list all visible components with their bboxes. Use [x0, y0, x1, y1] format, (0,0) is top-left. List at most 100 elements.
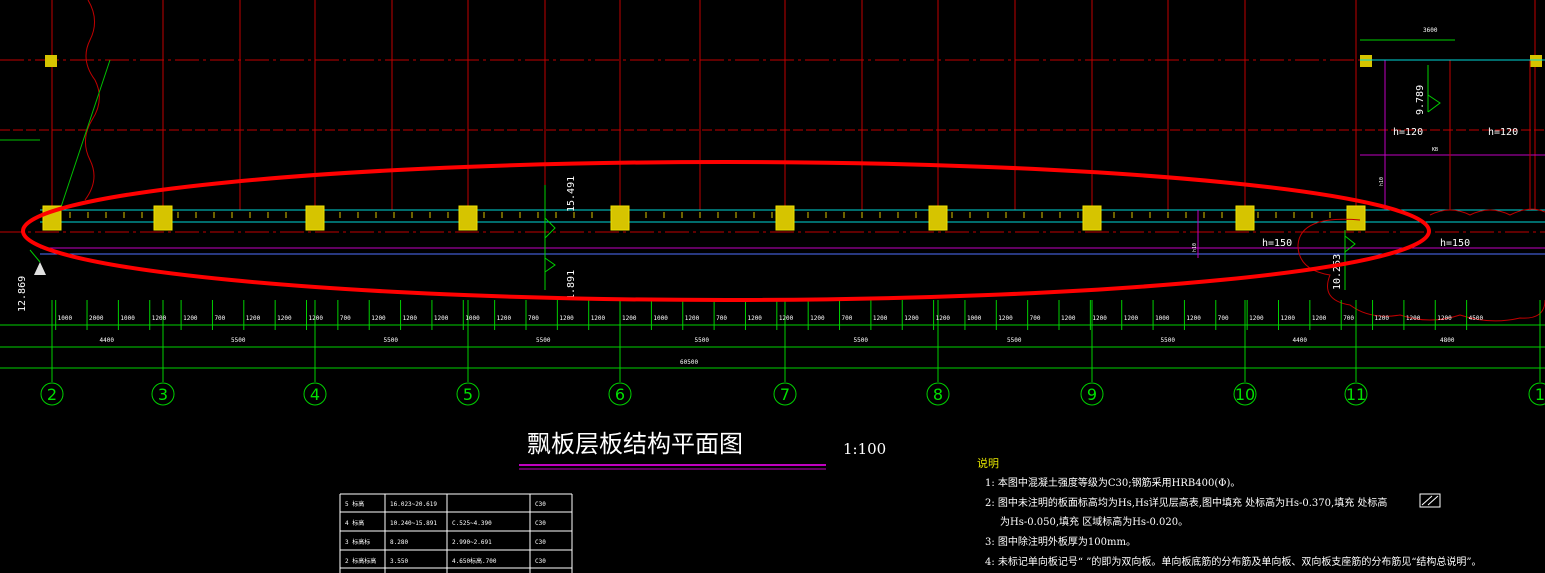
note-line-5: 4: 未标记单向板记号“ ”的即为双向板。单向板底筋的分布筋及单向板、双向板支座… — [985, 555, 1482, 568]
dim-seg-37: 700 — [1218, 315, 1229, 322]
dim-seg-1: 2000 — [89, 315, 104, 322]
slab-label-h150-b: h=150 — [1440, 238, 1470, 249]
dim-seg-39: 1200 — [1280, 315, 1295, 322]
axis-label-1: 1 — [1535, 385, 1545, 404]
dim-seg-21: 700 — [716, 315, 727, 322]
dim-seg-10: 1200 — [371, 315, 386, 322]
slab-label-kb: KB — [1432, 147, 1438, 153]
dim-seg-23: 1200 — [779, 315, 794, 322]
bay-dim-5: 5500 — [854, 337, 869, 344]
highlight-ellipse — [21, 160, 1431, 302]
dim-seg-36: 1200 — [1186, 315, 1201, 322]
elevation-text-3: 1.891 — [566, 270, 577, 300]
dim-seg-15: 700 — [528, 315, 539, 322]
table-cell-0-1: 16.023~20.619 — [390, 501, 437, 508]
dim-seg-9: 700 — [340, 315, 351, 322]
drawing-scale: 1:100 — [843, 440, 886, 458]
dim-seg-13: 1000 — [465, 315, 480, 322]
slab-label-h10-a: h10 — [1379, 177, 1385, 186]
dim-seg-31: 700 — [1030, 315, 1041, 322]
bay-dim-3: 5500 — [536, 337, 551, 344]
dim-seg-20: 1200 — [685, 315, 700, 322]
column-top-12 — [1530, 55, 1542, 67]
drawing-title: 飘板层板结构平面图 — [527, 430, 743, 458]
level-table: 5 标高 16.023~20.619 C30 4 标高 10.240~15.891 C.5… — [339, 493, 573, 573]
table-cell-2-2: 2.990~2.691 — [452, 539, 492, 546]
dim-seg-33: 1200 — [1092, 315, 1107, 322]
dim-seg-45: 4500 — [1469, 315, 1484, 322]
axis-label-9: 9 — [1087, 385, 1097, 404]
notes-heading: 说明 — [977, 456, 999, 470]
dim-seg-5: 700 — [214, 315, 225, 322]
column-top-2 — [45, 55, 57, 67]
notes: 说明 1: 本图中混凝土强度等级为C30;钢筋采用HRB400(Φ)。 2: 图… — [977, 456, 1482, 568]
table-cell-3-0: 2 标高标高 — [345, 557, 376, 565]
dim-seg-42: 1200 — [1375, 315, 1390, 322]
table-cell-1-2: C.525~4.390 — [452, 520, 492, 527]
slab-label-h150-a: h=150 — [1262, 238, 1292, 249]
slab-label-h120-a: h=120 — [1393, 127, 1423, 138]
table-cell-3-2: 4.650标高.700 — [452, 557, 497, 565]
columns — [42, 55, 1542, 231]
bay-dim-0: 4400 — [100, 337, 115, 344]
slab-label-h120-b: h=120 — [1488, 127, 1518, 138]
column-6 — [610, 205, 630, 231]
note-line-4: 3: 图中除注明外板厚为100mm。 — [985, 535, 1136, 548]
dim-seg-26: 1200 — [873, 315, 888, 322]
column-4 — [305, 205, 325, 231]
dim-seg-24: 1200 — [810, 315, 825, 322]
column-11 — [1346, 205, 1366, 231]
axis-label-11: 11 — [1346, 385, 1366, 404]
green-diagonal — [59, 59, 111, 211]
table-cell-3-1: 3.550 — [390, 558, 408, 565]
dim-seg-19: 1000 — [653, 315, 668, 322]
dim-seg-28: 1200 — [936, 315, 951, 322]
elevation-text-2: 15.491 — [566, 176, 577, 212]
axis-label-10: 10 — [1235, 385, 1255, 404]
dim-seg-38: 1200 — [1249, 315, 1264, 322]
dim-seg-34: 1200 — [1124, 315, 1139, 322]
table-cell-0-3: C30 — [535, 501, 546, 508]
column-7 — [775, 205, 795, 231]
slab-label-h10-b: h10 — [1192, 243, 1198, 252]
bay-dim-1: 5500 — [231, 337, 246, 344]
dim-seg-40: 1200 — [1312, 315, 1327, 322]
axis-label-5: 5 — [463, 385, 473, 404]
revision-cloud-left — [84, 0, 100, 201]
dim-seg-17: 1200 — [591, 315, 606, 322]
dim-seg-12: 1200 — [434, 315, 449, 322]
dimension-row-2: 4400 5500 5500 5500 5500 5500 5500 5500 4400 4800 — [100, 337, 1455, 344]
dim-seg-30: 1200 — [998, 315, 1013, 322]
column-5 — [458, 205, 478, 231]
cad-drawing-canvas: 3600 12.869 15.491 1.891 10.253 9.789 h=… — [0, 0, 1545, 573]
axis-label-7: 7 — [780, 385, 790, 404]
elevation-text-5: 9.789 — [1415, 85, 1426, 115]
table-cell-1-1: 10.240~15.891 — [390, 520, 437, 527]
dim-seg-29: 1000 — [967, 315, 982, 322]
column-8 — [928, 205, 948, 231]
right-detail: 3600 — [1360, 27, 1545, 210]
dim-seg-4: 1200 — [183, 315, 198, 322]
table-cell-0-0: 5 标高 — [345, 500, 364, 508]
dim-seg-11: 1200 — [403, 315, 418, 322]
column-top-11 — [1360, 55, 1372, 67]
dim-seg-3: 1200 — [152, 315, 167, 322]
bay-dim-8: 4400 — [1293, 337, 1308, 344]
dim-seg-27: 1200 — [904, 315, 919, 322]
dim-seg-6: 1200 — [246, 315, 261, 322]
axis-bubbles: 2 3 4 5 6 7 8 9 10 11 1 — [40, 370, 1545, 406]
table-cell-2-0: 3 标高标 — [345, 538, 370, 546]
bay-dim-2: 5500 — [384, 337, 399, 344]
column-3 — [153, 205, 173, 231]
bay-dim-4: 5500 — [695, 337, 710, 344]
bay-dim-7: 5500 — [1161, 337, 1176, 344]
dimension-lines — [0, 324, 1545, 369]
dim-seg-14: 1200 — [497, 315, 512, 322]
dim-seg-18: 1200 — [622, 315, 637, 322]
dim-seg-0: 1000 — [58, 315, 73, 322]
structural-plan-svg: 3600 12.869 15.491 1.891 10.253 9.789 h=… — [0, 0, 1545, 573]
column-10 — [1235, 205, 1255, 231]
top-dim-label: 3600 — [1423, 27, 1438, 34]
table-cell-2-1: 8.280 — [390, 539, 408, 546]
note-line-3: 为Hs-0.050,填充 区域标高为Hs-0.020。 — [1000, 515, 1188, 528]
